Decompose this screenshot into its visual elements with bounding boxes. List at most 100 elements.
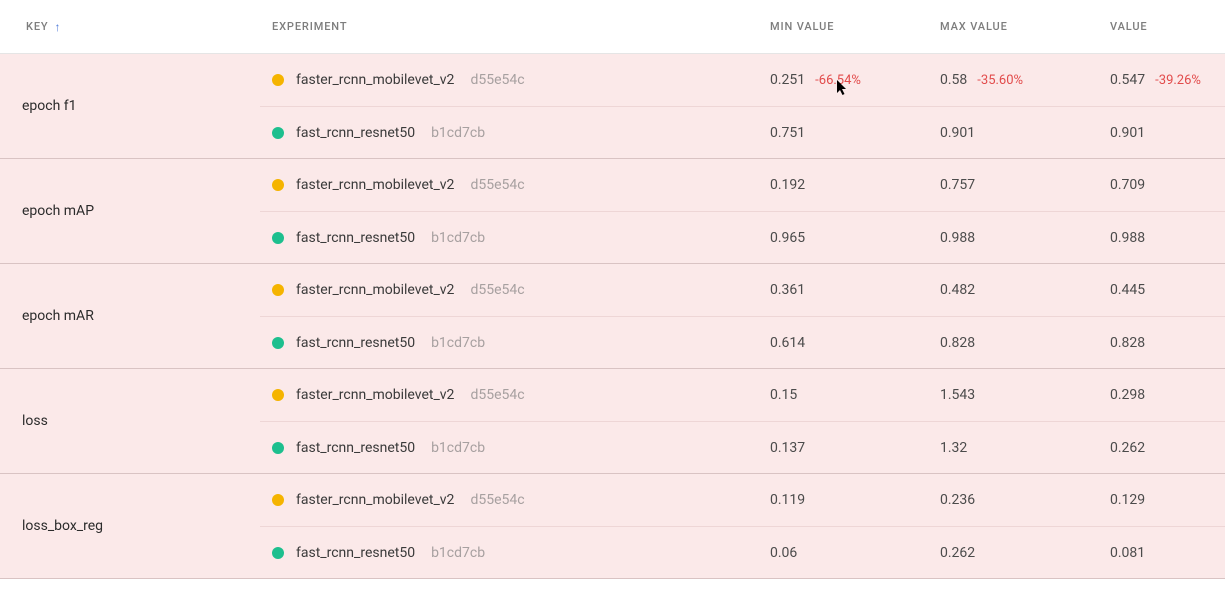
experiment-cell: fast_rcnn_resnet50 b1cd7cb <box>260 335 770 351</box>
experiment-name: fast_rcnn_resnet50 <box>296 335 415 351</box>
max-value-cell: 0.262 <box>940 545 1110 561</box>
min-value-cell: 0.137 <box>770 440 940 456</box>
col-header-min-value[interactable]: MIN VALUE <box>770 20 940 33</box>
metric-group: epoch mARfaster_rcnn_mobilevet_v2d55e54c… <box>0 264 1225 369</box>
experiment-hash: b1cd7cb <box>431 230 485 246</box>
table-row[interactable]: fast_rcnn_resnet50 b1cd7cb 0.965 0.9880.988 <box>260 211 1225 263</box>
experiment-hash: d55e54c <box>470 72 524 88</box>
col-header-max-value[interactable]: MAX VALUE <box>940 20 1110 33</box>
metric-delta: -39.26% <box>1155 73 1201 88</box>
max-value-cell: 0.828 <box>940 335 1110 351</box>
experiment-hash: d55e54c <box>470 177 524 193</box>
experiment-color-dot-icon <box>272 494 284 506</box>
metric-value: 0.58 <box>940 72 967 88</box>
value-cell: 0.445 <box>1110 282 1225 298</box>
metric-value: 0.614 <box>770 335 805 351</box>
min-value-cell: 0.251 -66.54% <box>770 72 940 88</box>
experiment-hash: b1cd7cb <box>431 440 485 456</box>
experiment-cell: faster_rcnn_mobilevet_v2d55e54c <box>260 72 770 88</box>
experiment-name: fast_rcnn_resnet50 <box>296 230 415 246</box>
experiment-cell: faster_rcnn_mobilevet_v2d55e54c <box>260 282 770 298</box>
table-row[interactable]: faster_rcnn_mobilevet_v2 d55e54c 0.192 0.75… <box>260 159 1225 211</box>
table-row[interactable]: fast_rcnn_resnet50 b1cd7cb 0.060.262 0.081 <box>260 526 1225 578</box>
experiment-name: faster_rcnn_mobilevet_v2 <box>296 177 454 193</box>
metric-key: loss <box>0 369 260 473</box>
value-cell: 0.988 <box>1110 230 1225 246</box>
experiment-cell: fast_rcnn_resnet50b1cd7cb <box>260 125 770 141</box>
experiment-cell: faster_rcnn_mobilevet_v2 d55e54c <box>260 387 770 403</box>
table-row[interactable]: faster_rcnn_mobilevet_v2d55e54c0.251 -66.… <box>260 54 1225 106</box>
metric-value: 1.32 <box>940 440 967 456</box>
experiment-cell: faster_rcnn_mobilevet_v2 d55e54c <box>260 492 770 508</box>
value-cell: 0.828 <box>1110 335 1225 351</box>
experiment-color-dot-icon <box>272 389 284 401</box>
metric-value: 0.262 <box>940 545 975 561</box>
experiment-cell: fast_rcnn_resnet50b1cd7cb <box>260 440 770 456</box>
min-value-cell: 0.06 <box>770 545 940 561</box>
table-row[interactable]: faster_rcnn_mobilevet_v2d55e54c0.1190.23… <box>260 474 1225 526</box>
metric-rows: faster_rcnn_mobilevet_v2d55e54c0.251 -66.… <box>260 54 1225 158</box>
experiment-hash: d55e54c <box>470 492 524 508</box>
metric-value: 0.965 <box>770 230 805 246</box>
metric-value: 0.192 <box>770 177 805 193</box>
table-row[interactable]: fast_rcnn_resnet50 b1cd7cb 0.614 0.8280.828 <box>260 316 1225 368</box>
experiment-name: faster_rcnn_mobilevet_v2 <box>296 492 454 508</box>
experiment-name: fast_rcnn_resnet50 <box>296 545 415 561</box>
col-header-experiment[interactable]: EXPERIMENT <box>260 20 770 33</box>
col-header-value-label: VALUE <box>1110 20 1148 33</box>
metric-key: epoch mAR <box>0 264 260 368</box>
metric-rows: faster_rcnn_mobilevet_v2d55e54c0.151.543… <box>260 369 1225 473</box>
metric-delta: -66.54% <box>815 73 861 88</box>
value-cell: 0.262 <box>1110 440 1225 456</box>
col-header-key-label: KEY <box>26 20 49 33</box>
metric-group: epoch mAPfaster_rcnn_mobilevet_v2d55e54c… <box>0 159 1225 264</box>
min-value-cell: 0.119 <box>770 492 940 508</box>
value-cell: 0.709 <box>1110 177 1225 193</box>
col-header-value[interactable]: VALUE <box>1110 20 1225 33</box>
metric-value: 0.901 <box>940 125 975 141</box>
table-row[interactable]: faster_rcnn_mobilevet_v2d55e54c0.151.543… <box>260 369 1225 421</box>
metric-value: 0.251 <box>770 72 805 88</box>
experiment-hash: d55e54c <box>470 282 524 298</box>
experiment-color-dot-icon <box>272 232 284 244</box>
table-row[interactable]: faster_rcnn_mobilevet_v2d55e54c0.3610.48… <box>260 264 1225 316</box>
metric-key: loss_box_reg <box>0 474 260 578</box>
experiment-cell: fast_rcnn_resnet50 b1cd7cb <box>260 230 770 246</box>
metric-value: 0.298 <box>1110 387 1145 403</box>
metric-value: 0.129 <box>1110 492 1145 508</box>
col-header-experiment-label: EXPERIMENT <box>272 20 347 33</box>
experiment-cell: faster_rcnn_mobilevet_v2 d55e54c <box>260 177 770 193</box>
max-value-cell: 1.32 <box>940 440 1110 456</box>
min-value-cell: 0.614 <box>770 335 940 351</box>
experiment-name: faster_rcnn_mobilevet_v2 <box>296 387 454 403</box>
metric-value: 0.751 <box>770 125 805 141</box>
metrics-table: KEY ↑ EXPERIMENT MIN VALUE MAX VALUE VAL… <box>0 0 1225 579</box>
experiment-hash: d55e54c <box>470 387 524 403</box>
experiment-color-dot-icon <box>272 74 284 86</box>
value-cell: 0.129 <box>1110 492 1225 508</box>
metric-group: lossfaster_rcnn_mobilevet_v2d55e54c0.151… <box>0 369 1225 474</box>
metric-value: 0.709 <box>1110 177 1145 193</box>
metric-value: 1.543 <box>940 387 975 403</box>
value-cell: 0.547 -39.26% <box>1110 72 1225 88</box>
col-header-key[interactable]: KEY ↑ <box>0 20 260 34</box>
experiment-cell: fast_rcnn_resnet50 b1cd7cb <box>260 545 770 561</box>
metric-value: 0.081 <box>1110 545 1145 561</box>
metric-key: epoch f1 <box>0 54 260 158</box>
min-value-cell: 0.361 <box>770 282 940 298</box>
min-value-cell: 0.192 <box>770 177 940 193</box>
experiment-hash: b1cd7cb <box>431 335 485 351</box>
metric-value: 0.757 <box>940 177 975 193</box>
experiment-hash: b1cd7cb <box>431 125 485 141</box>
max-value-cell: 1.543 <box>940 387 1110 403</box>
experiment-color-dot-icon <box>272 127 284 139</box>
metric-value: 0.262 <box>1110 440 1145 456</box>
max-value-cell: 0.988 <box>940 230 1110 246</box>
experiment-color-dot-icon <box>272 337 284 349</box>
metric-value: 0.547 <box>1110 72 1145 88</box>
table-row[interactable]: fast_rcnn_resnet50b1cd7cb0.1371.32 0.262 <box>260 421 1225 473</box>
experiment-hash: b1cd7cb <box>431 545 485 561</box>
min-value-cell: 0.965 <box>770 230 940 246</box>
table-row[interactable]: fast_rcnn_resnet50b1cd7cb0.7510.9010.901 <box>260 106 1225 158</box>
metric-delta: -35.60% <box>977 73 1023 88</box>
